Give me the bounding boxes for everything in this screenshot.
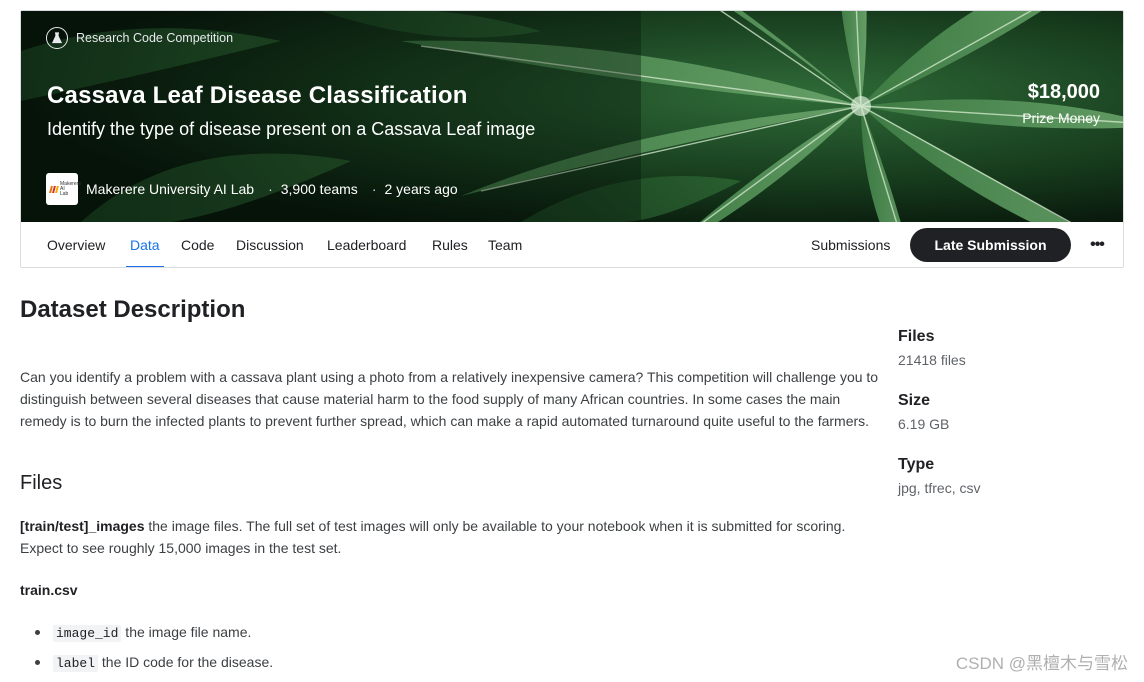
type-meta-value: jpg, tfrec, csv <box>898 480 981 496</box>
size-meta-value: 6.19 GB <box>898 416 950 432</box>
list-item: label the ID code for the disease. <box>20 652 273 682</box>
list-item: image_id the image file name. <box>20 622 273 652</box>
more-options-icon[interactable]: ••• <box>1087 222 1107 267</box>
competition-type-label: Research Code Competition <box>76 31 234 45</box>
files-meta-value: 21418 files <box>898 352 966 368</box>
size-meta-label: Size <box>898 392 931 409</box>
competition-header-card: Research Code Competition Cassava Leaf D… <box>20 10 1124 268</box>
host-logo-text: Makerere AI Lab <box>60 180 82 197</box>
host-info: Makerere AI Lab Makerere University AI L… <box>46 173 458 205</box>
column-description: the ID code for the disease. <box>98 654 274 670</box>
files-paragraph-text: the image files. The full set of test im… <box>20 518 846 556</box>
logo-mark-icon <box>49 185 59 193</box>
tab-overview[interactable]: Overview <box>47 222 105 267</box>
files-heading: Files <box>20 472 63 494</box>
competition-type-badge: Research Code Competition <box>46 27 233 49</box>
flask-icon <box>46 27 68 49</box>
column-code: label <box>53 655 99 672</box>
page-title: Dataset Description <box>20 296 246 323</box>
prize-label: Prize Money <box>1022 110 1100 126</box>
watermark-text: CSDN @黑檀木与雪松 <box>955 654 1128 673</box>
tab-data[interactable]: Data <box>126 222 164 267</box>
hero-banner: Research Code Competition Cassava Leaf D… <box>21 11 1123 222</box>
size-meta: Size 6.19 GB <box>898 392 1118 432</box>
train-csv-heading: train.csv <box>20 582 78 598</box>
dataset-description-section: Dataset Description Can you identify a p… <box>20 296 880 672</box>
files-bold-name: [train/test]_images <box>20 518 145 534</box>
dataset-description-text: Can you identify a problem with a cassav… <box>20 369 879 429</box>
tab-code[interactable]: Code <box>181 222 214 267</box>
prize-amount: $18,000 <box>1027 81 1100 103</box>
column-list: image_id the image file name. label the … <box>20 622 273 682</box>
prize-info: $18,000 Prize Money <box>1022 81 1100 126</box>
late-submission-button[interactable]: Late Submission <box>910 228 1071 262</box>
separator-dot: · <box>268 181 273 197</box>
submissions-link[interactable]: Submissions <box>811 222 890 267</box>
team-count: 3,900 teams <box>280 181 358 197</box>
tab-rules[interactable]: Rules <box>432 222 468 267</box>
files-meta-label: Files <box>898 328 935 345</box>
tab-discussion[interactable]: Discussion <box>236 222 304 267</box>
tab-team[interactable]: Team <box>488 222 522 267</box>
host-name[interactable]: Makerere University AI Lab <box>86 181 254 197</box>
type-meta: Type jpg, tfrec, csv <box>898 456 1118 496</box>
files-meta: Files 21418 files <box>898 328 1118 368</box>
column-code: image_id <box>53 625 122 642</box>
separator-dot: · <box>371 181 377 197</box>
column-description: the image file name. <box>121 624 252 640</box>
host-logo[interactable]: Makerere AI Lab <box>46 173 82 205</box>
dataset-metadata-sidebar: Files 21418 files Size 6.19 GB Type jpg,… <box>898 328 1118 520</box>
competition-tabs: Overview Data Code Discussion Leaderboar… <box>21 222 1123 267</box>
type-meta-label: Type <box>898 456 935 473</box>
competition-title: Cassava Leaf Disease Classification <box>47 82 468 109</box>
tab-leaderboard[interactable]: Leaderboard <box>327 222 406 267</box>
competition-age: 2 years ago <box>384 181 458 197</box>
files-paragraph: [train/test]_images the image files. The… <box>20 515 880 559</box>
competition-subtitle: Identify the type of disease present on … <box>47 119 536 139</box>
